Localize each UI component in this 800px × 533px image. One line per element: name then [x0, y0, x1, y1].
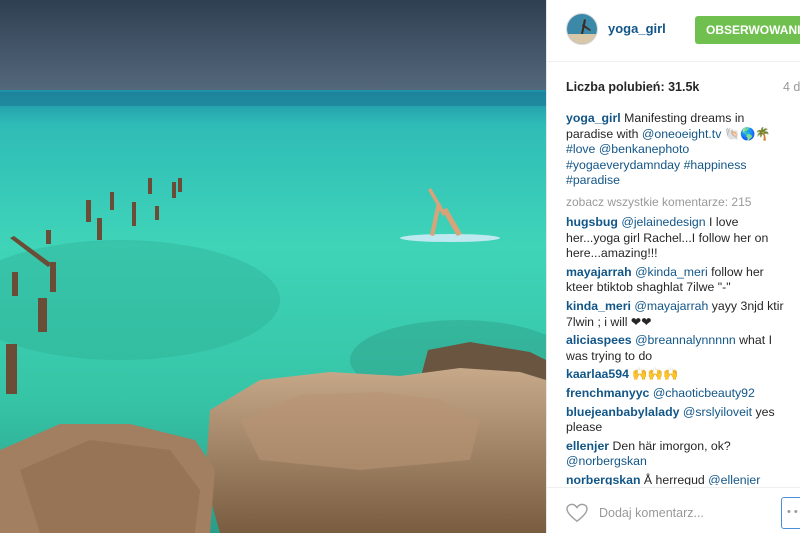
likes-label: Liczba polubień: — [566, 80, 665, 94]
following-button[interactable]: OBSERWOWANIE — [695, 16, 800, 44]
comment-text: Å herregud — [643, 472, 705, 485]
comment-username[interactable]: kaarlaa594 — [566, 367, 629, 381]
caption-hashtag-happiness[interactable]: #happiness — [684, 158, 747, 172]
comment-username[interactable]: ellenjer — [566, 439, 609, 453]
comment-mention[interactable]: @jelainedesign — [621, 215, 705, 229]
comment-username[interactable]: bluejeanbabylalady — [566, 405, 679, 419]
comment-mention[interactable]: @mayajarrah — [634, 299, 708, 313]
comment-text: Den här imorgon, ok? — [612, 438, 731, 453]
comment-mention[interactable]: @kinda_meri — [635, 265, 708, 279]
comment-mention[interactable]: @srslyiloveit — [683, 405, 752, 419]
caption-username[interactable]: yoga_girl — [566, 111, 621, 125]
post-caption: yoga_girl Manifesting dreams in paradise… — [566, 111, 788, 189]
comment-item: hugsbug @jelainedesign I love her...yoga… — [566, 215, 788, 262]
user-avatar-icon — [567, 14, 597, 44]
comment-item: aliciaspees @breannalynnnnn what I was t… — [566, 333, 788, 364]
comment-mention[interactable]: @norbergskan — [566, 454, 647, 468]
caption-mention[interactable]: @oneoeight.tv — [642, 127, 722, 141]
view-all-comments-link[interactable]: zobacz wszystkie komentarze: 215 — [566, 195, 788, 209]
comment-text: 🙌🙌🙌 — [632, 367, 679, 382]
comment-username[interactable]: hugsbug — [566, 215, 618, 229]
caption-hashtag-yoga[interactable]: #yogaeverydamnday — [566, 158, 680, 172]
comment-username[interactable]: aliciaspees — [566, 333, 632, 347]
post-time[interactable]: 4 d — [783, 80, 800, 94]
caption-mention-2[interactable]: @benkanephoto — [599, 142, 689, 156]
avatar[interactable] — [566, 13, 598, 45]
comment-item: norbergskan Å herregud @ellenjer — [566, 473, 788, 485]
caption-emoji: 🐚🌎🌴 — [724, 126, 771, 141]
heart-outline-icon — [566, 503, 588, 523]
beach-photo-image — [0, 0, 546, 533]
comment-username[interactable]: kinda_meri — [566, 299, 631, 313]
comment-footer: Dodaj komentarz... • • — [547, 487, 800, 533]
caption-hashtag-paradise[interactable]: #paradise — [566, 173, 620, 187]
comment-mention[interactable]: @ellenjer — [708, 473, 760, 485]
comment-item: mayajarrah @kinda_meri follow her kteer … — [566, 265, 788, 296]
likes-row: Liczba polubień: 31.5k — [566, 80, 699, 94]
comment-item: kinda_meri @mayajarrah yayy 3njd ktir 7l… — [566, 299, 788, 330]
comment-username[interactable]: norbergskan — [566, 473, 640, 485]
post-author-username[interactable]: yoga_girl — [608, 21, 666, 36]
likes-count[interactable]: 31.5k — [668, 80, 699, 94]
comment-item: frenchmanyyc @chaoticbeauty92 — [566, 386, 788, 402]
like-button[interactable] — [566, 503, 588, 528]
comments-list[interactable]: yoga_girl Manifesting dreams in paradise… — [566, 111, 788, 485]
caption-hashtag-love[interactable]: #love — [566, 142, 595, 156]
comment-username[interactable]: frenchmanyyc — [566, 386, 649, 400]
post-details-panel: yoga_girl OBSERWOWANIE Liczba polubień: … — [546, 0, 800, 533]
more-options-button[interactable]: • • — [781, 497, 800, 529]
comment-item: kaarlaa594 🙌🙌🙌 — [566, 367, 788, 383]
post-header: yoga_girl OBSERWOWANIE — [547, 0, 800, 62]
add-comment-input[interactable]: Dodaj komentarz... — [599, 506, 704, 520]
comment-item: ellenjer Den här imorgon, ok? @norbergsk… — [566, 439, 788, 470]
comment-username[interactable]: mayajarrah — [566, 265, 632, 279]
comment-item: bluejeanbabylalady @srslyiloveit yes ple… — [566, 405, 788, 436]
comment-mention[interactable]: @chaoticbeauty92 — [653, 386, 755, 400]
post-photo[interactable] — [0, 0, 546, 533]
comment-mention[interactable]: @breannalynnnnn — [635, 333, 736, 347]
